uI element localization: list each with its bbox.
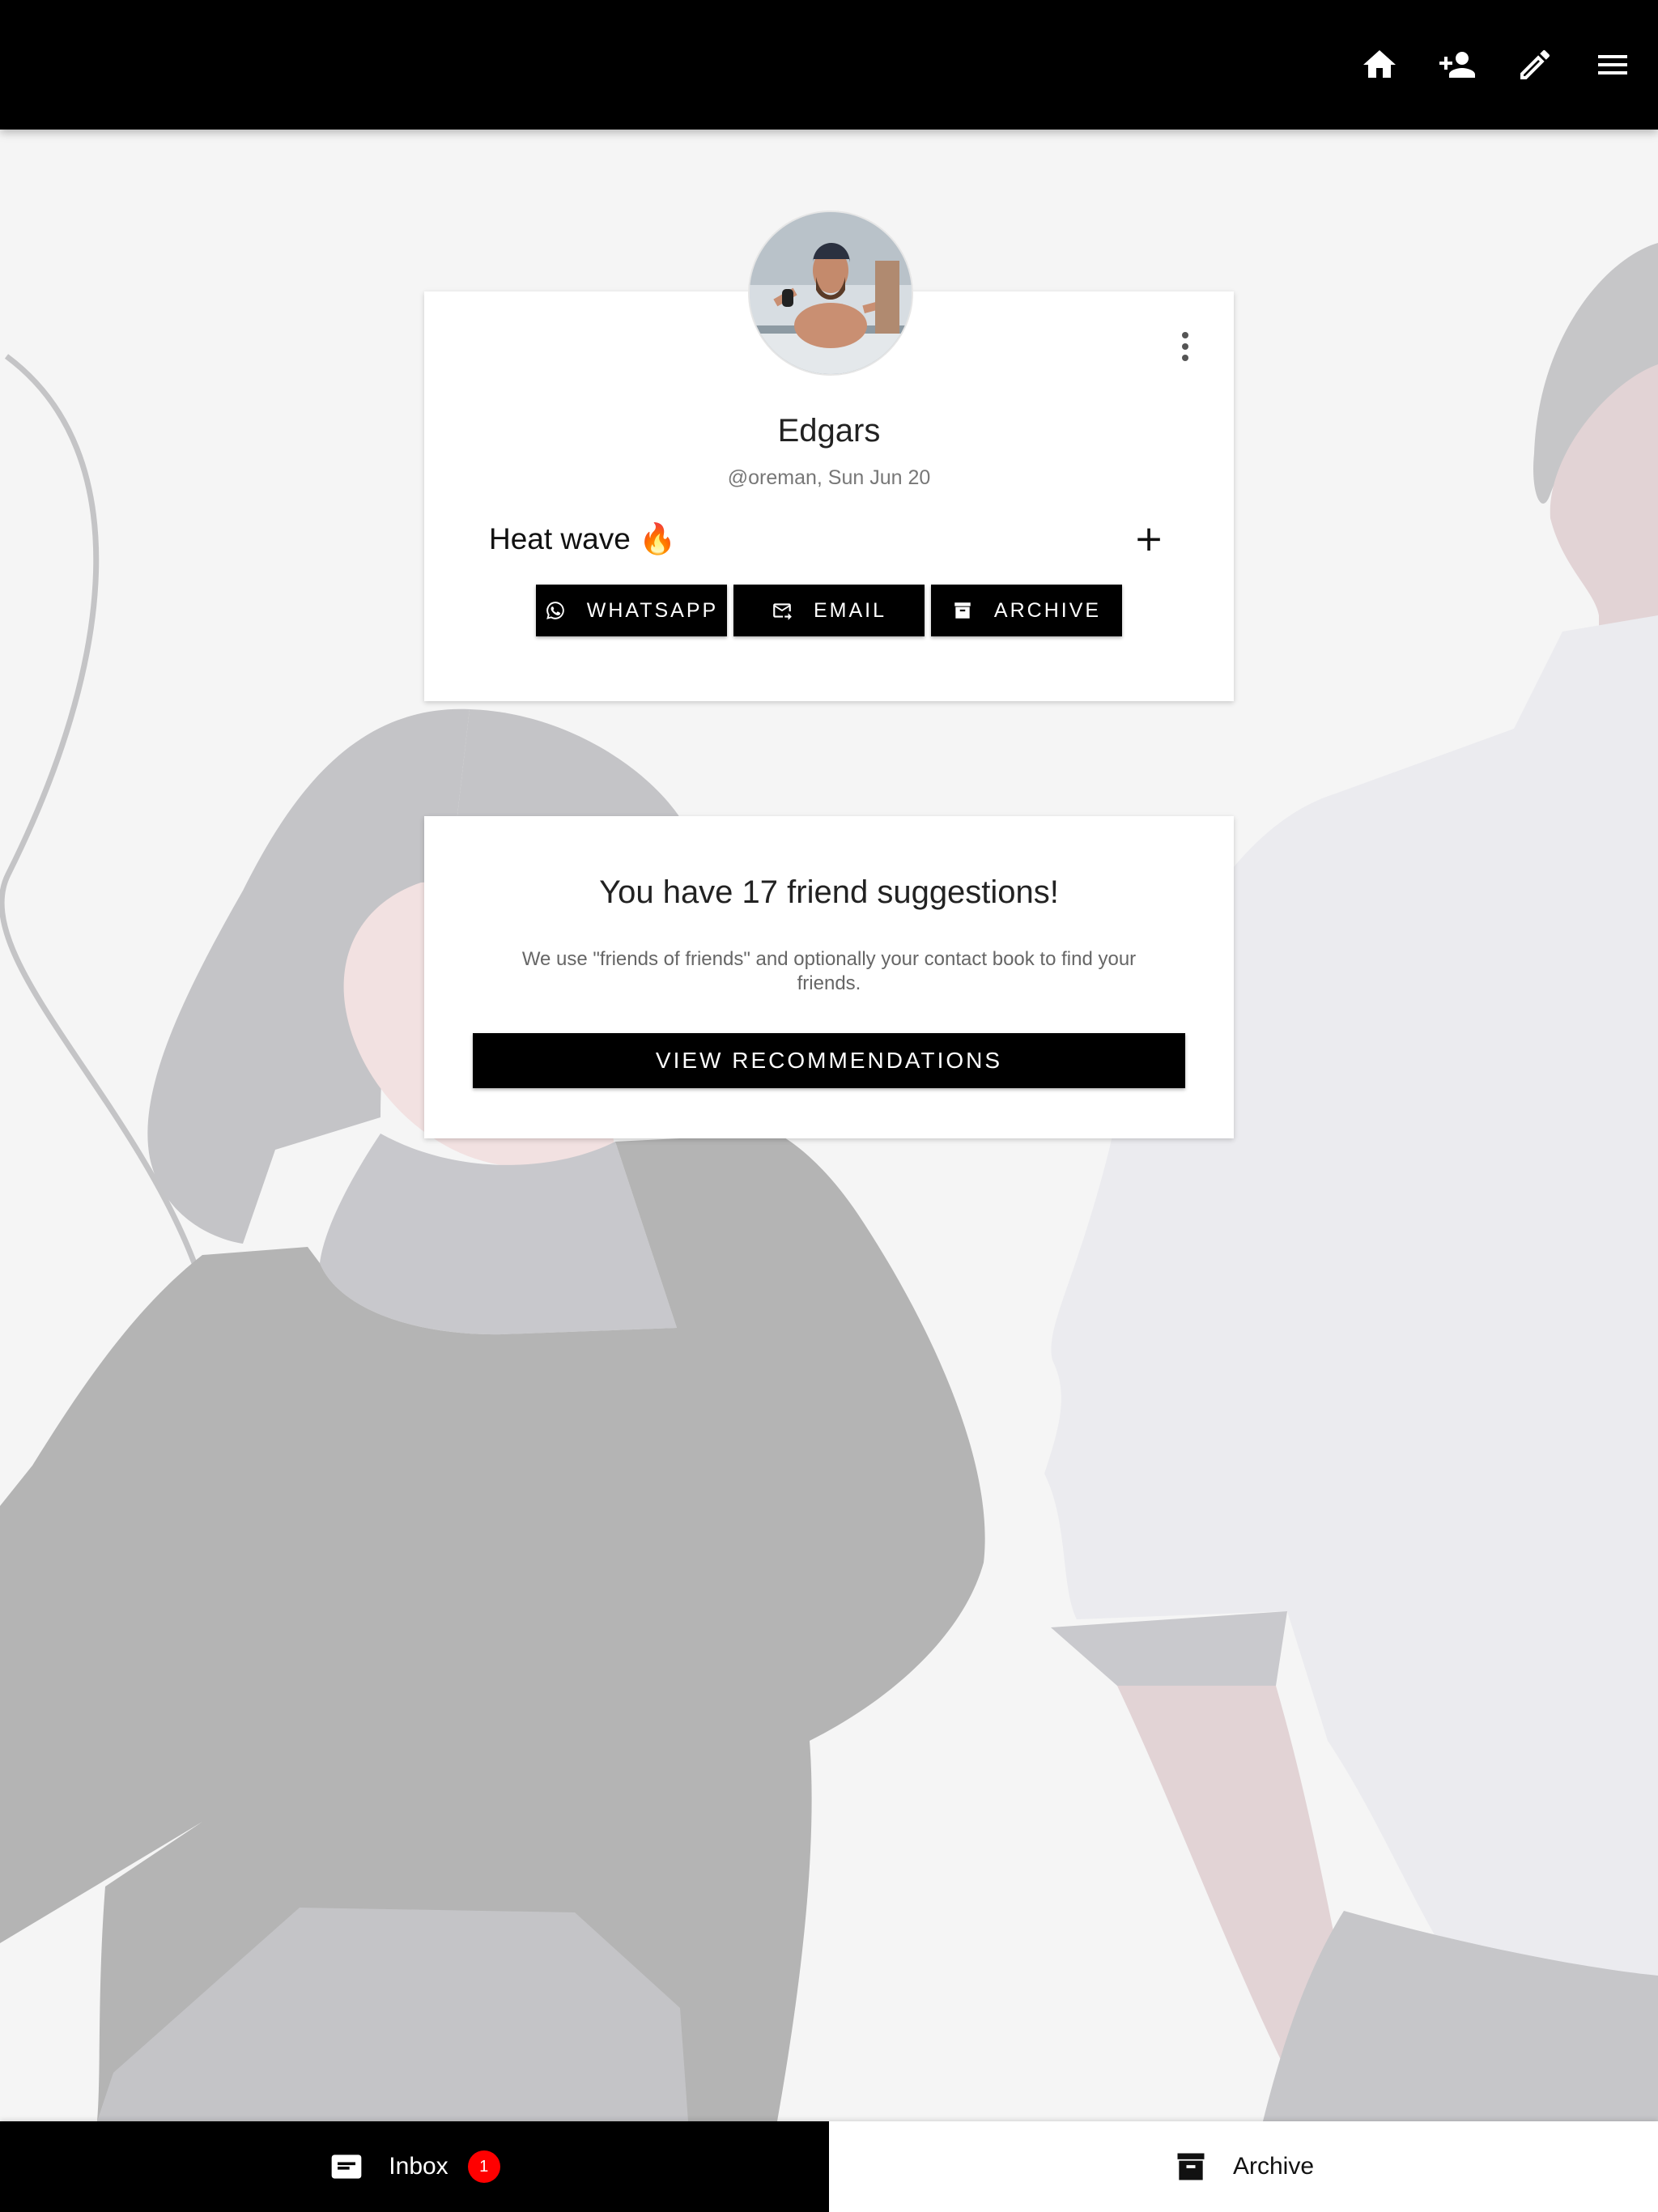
suggestions-title: You have 17 friend suggestions! bbox=[599, 874, 1059, 910]
tab-inbox-label: Inbox bbox=[389, 2153, 449, 2180]
email-icon bbox=[773, 603, 792, 620]
whatsapp-button[interactable]: WHATSAPP bbox=[536, 585, 727, 636]
suggestions-description: We use "friends of friends" and optional… bbox=[521, 948, 1137, 994]
profile-name: Edgars bbox=[777, 413, 881, 449]
email-label: EMAIL bbox=[813, 598, 887, 622]
avatar bbox=[748, 211, 913, 376]
inbox-badge: 1 bbox=[467, 2150, 500, 2183]
status-row: Heat wave 🔥 + bbox=[489, 517, 1169, 562]
tab-archive-label: Archive bbox=[1232, 2153, 1315, 2180]
app-page: Edgars @oreman, Sun Jun 20 Heat wave 🔥 +… bbox=[0, 0, 1658, 2212]
archive-button[interactable]: ARCHIVE bbox=[931, 585, 1122, 636]
add-person-icon[interactable] bbox=[1435, 42, 1480, 87]
profile-actions: WHATSAPP EMAIL ARCHIVE bbox=[536, 585, 1122, 636]
view-recommendations-button[interactable]: VIEW RECOMMENDATIONS bbox=[473, 1033, 1185, 1088]
tab-archive[interactable]: Archive bbox=[829, 2121, 1658, 2212]
top-app-bar bbox=[0, 0, 1658, 130]
more-options-icon[interactable] bbox=[1169, 322, 1201, 371]
whatsapp-label: WHATSAPP bbox=[586, 598, 719, 622]
add-status-button[interactable]: + bbox=[1129, 521, 1169, 557]
menu-icon[interactable] bbox=[1590, 42, 1635, 87]
email-button[interactable]: EMAIL bbox=[733, 585, 925, 636]
home-icon[interactable] bbox=[1357, 42, 1402, 87]
bottom-navigation: Inbox 1 Archive bbox=[0, 2121, 1658, 2212]
archive-icon bbox=[1177, 2153, 1205, 2180]
friend-suggestions-card: You have 17 friend suggestions! We use "… bbox=[424, 816, 1234, 1138]
edit-icon[interactable] bbox=[1512, 42, 1558, 87]
whatsapp-icon bbox=[546, 602, 564, 619]
tab-inbox[interactable]: Inbox 1 bbox=[0, 2121, 829, 2212]
archive-label: ARCHIVE bbox=[993, 598, 1102, 622]
status-text: Heat wave 🔥 bbox=[489, 521, 677, 555]
inbox-icon bbox=[331, 2155, 362, 2179]
archive-icon bbox=[954, 602, 971, 619]
profile-meta: @oreman, Sun Jun 20 bbox=[727, 466, 931, 489]
